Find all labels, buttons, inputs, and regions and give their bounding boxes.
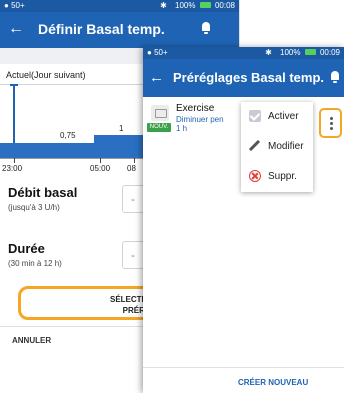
- basal-rate-title: Débit basal: [8, 185, 78, 200]
- tick-mark: [14, 158, 15, 163]
- chart-label: Actuel(Jour suivant): [6, 70, 86, 80]
- chart-bar-1: [0, 143, 94, 158]
- cancel-button[interactable]: ANNULER: [12, 336, 51, 345]
- preset-name: Exercise: [176, 103, 215, 114]
- notification-icon: ●: [4, 1, 9, 10]
- menu-item-label: Activer: [268, 111, 299, 122]
- new-badge: NOUV.: [147, 123, 171, 132]
- preset-description: Diminuer pen: [176, 115, 224, 124]
- status-left-text: 50+: [154, 48, 168, 57]
- preset-icon: [151, 105, 169, 121]
- menu-item-delete[interactable]: Suppr.: [241, 162, 313, 192]
- tick-label: 08: [127, 164, 136, 173]
- status-right: ✱ 100% 00:08: [160, 0, 235, 12]
- tick-label: 05:00: [90, 164, 111, 173]
- menu-item-activate[interactable]: Activer: [241, 102, 313, 132]
- bar-value-1: 0,75: [60, 131, 76, 140]
- notification-icon: ●: [147, 48, 152, 57]
- status-right: ✱ 100% 00:09: [265, 47, 340, 59]
- app-bar: ← Préréglages Basal temp.: [143, 59, 344, 97]
- app-bar: ← Définir Basal temp.: [0, 12, 239, 48]
- tick-label: 23:00: [2, 164, 23, 173]
- basal-rate-hint: (jusqu'à 3 U/h): [8, 203, 60, 212]
- preset-duration: 1 h: [176, 124, 188, 133]
- battery-icon: [304, 48, 316, 55]
- battery-percent: 100%: [280, 48, 301, 57]
- bell-icon[interactable]: [201, 22, 211, 34]
- duration-title: Durée: [8, 241, 45, 256]
- status-left: ● 50+: [147, 47, 168, 59]
- pencil-icon: [249, 140, 261, 152]
- page-title: Définir Basal temp.: [38, 21, 165, 37]
- bluetooth-icon: ✱: [160, 1, 167, 10]
- status-left: ● 50+: [4, 0, 25, 12]
- page-title: Préréglages Basal temp.: [173, 70, 325, 85]
- battery-percent: 100%: [175, 1, 196, 10]
- bell-icon[interactable]: [330, 71, 340, 83]
- kebab-dot: [330, 117, 333, 120]
- menu-item-label: Modifier: [268, 141, 304, 152]
- menu-item-label: Suppr.: [268, 171, 297, 182]
- tick-mark: [134, 158, 135, 163]
- kebab-dot: [330, 122, 333, 125]
- status-time: 00:08: [214, 1, 235, 10]
- footer-divider: [143, 367, 344, 368]
- kebab-dot: [330, 127, 333, 130]
- checkbox-icon: [249, 110, 261, 122]
- tick-mark: [100, 158, 101, 163]
- presets-screen: ● 50+ ✱ 100% 00:09 ← Préréglages Basal t…: [143, 47, 344, 393]
- battery-icon: [199, 1, 211, 8]
- delete-icon: [249, 170, 261, 182]
- more-options-icon[interactable]: [319, 108, 342, 138]
- back-arrow-icon[interactable]: ←: [8, 20, 24, 38]
- bluetooth-icon: ✱: [265, 48, 272, 57]
- bar-value-2: 1: [119, 124, 124, 133]
- status-bar: ● 50+ ✱ 100% 00:08: [0, 0, 239, 12]
- status-left-text: 50+: [11, 1, 25, 10]
- menu-item-edit[interactable]: Modifier: [241, 132, 313, 162]
- preset-context-menu: Activer Modifier Suppr.: [241, 102, 313, 192]
- back-arrow-icon[interactable]: ←: [149, 69, 164, 86]
- status-bar: ● 50+ ✱ 100% 00:09: [143, 47, 344, 59]
- create-new-button[interactable]: CRÉER NOUVEAU: [238, 378, 308, 387]
- duration-hint: (30 min à 12 h): [8, 259, 62, 268]
- status-time: 00:09: [319, 48, 340, 57]
